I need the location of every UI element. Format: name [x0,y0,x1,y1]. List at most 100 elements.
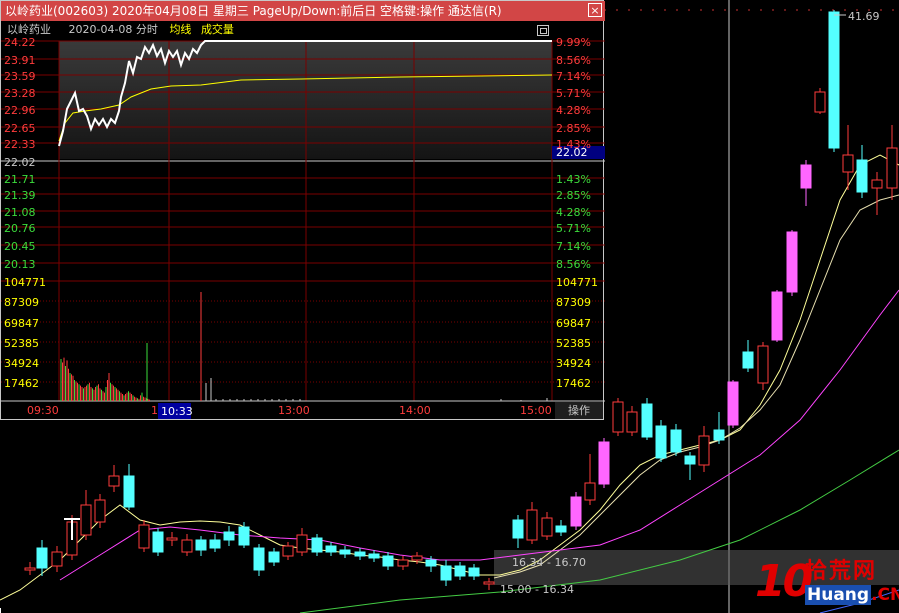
candle-body [670,429,682,453]
price-tick-label: 21.08 [4,206,36,219]
candle-body [584,482,596,501]
candle-body [166,537,178,541]
candle-body [856,159,868,193]
percent-tick-label: 5.71% [556,222,591,235]
candle-body [253,547,265,571]
percent-tick-label: 8.56% [556,258,591,271]
date-label: 2020-04-08 分时 [68,23,158,36]
candle-body [454,565,466,577]
candle-body [209,539,221,549]
time-tick-label: 13:00 [278,404,310,417]
watermark-en-suffix: .CN [871,585,899,605]
info-bar: 以岭药业 2020-04-08 分时 均线 成交量 [7,22,234,38]
intraday-popup-window[interactable]: 以岭药业(002603) 2020年04月08日 星期三 PageUp/Down… [0,0,605,421]
candle-body [440,565,452,581]
price-tick-label: 21.39 [4,189,36,202]
max-price-label: 41.69 [848,10,880,23]
range-label-1: 16.34 - 16.70 [512,556,586,569]
cursor-time-tag: 10:33 [161,405,193,418]
percent-tick-label: 4.28% [556,104,591,117]
range-label-2: 15.00 - 16.34 [500,583,574,596]
candle-body [181,539,193,553]
watermark-en-text: Huang .CN [805,585,899,605]
percent-tick-label: 9.99% [556,36,591,49]
candle-body [771,291,783,341]
operation-button[interactable]: 操作 [555,402,603,419]
price-tick-label: 22.33 [4,138,36,151]
candle-body [612,401,624,433]
volume-tick-label: 17462 [556,377,591,390]
price-tick-label: 22.65 [4,122,36,135]
candle-body [80,504,92,536]
candle-body [512,519,524,539]
price-tick-label: 23.28 [4,87,36,100]
candle-body [397,559,409,567]
time-tick-label: 15:00 [520,404,552,417]
candle-body [713,429,725,441]
volume-bars [60,292,548,401]
candle-body [238,526,250,546]
restore-window-icon[interactable] [537,25,549,36]
candle-body [828,11,840,149]
volume-tick-label: 17462 [4,377,39,390]
candle-body [152,531,164,553]
price-tick-label: 20.13 [4,258,36,271]
volume-tick-label: 104771 [556,276,598,289]
volume-tick-label: 87309 [556,296,591,309]
candle-body [24,567,36,571]
candle-body [570,496,582,527]
candle-body [382,555,394,567]
time-axis: 09:3011:3013:0014:0015:00 [27,404,552,417]
volume-tick-label: 87309 [4,296,39,309]
intraday-chart[interactable]: 22.02 24.2223.9123.5923.2822.9622.6522.3… [1,1,605,421]
price-tick-label: 22.02 [4,156,36,169]
candle-body [36,547,48,569]
candle-body [886,147,898,189]
time-tick-label: 09:30 [27,404,59,417]
candle-body [354,551,366,557]
price-tick-label: 20.76 [4,222,36,235]
candle-body [871,179,883,189]
candle-body [468,567,480,577]
candle-body [641,403,653,438]
volume-axis: 104771 104771 87309 87309 69847 69847 52385 523… [4,276,598,390]
volume-tick-label: 69847 [556,317,591,330]
candle-body [541,517,553,537]
candle-body [268,551,280,563]
candle-body [800,164,812,189]
candle-body [138,524,150,549]
price-tick-label: 20.45 [4,240,36,253]
volume-tick-label: 52385 [4,337,39,350]
volume-tick-label: 52385 [556,337,591,350]
candle-body [123,475,135,508]
candle-body [483,581,495,585]
candle-body [94,499,106,523]
volume-tick-label: 34924 [556,357,591,370]
candle-body [339,549,351,555]
watermark-number: 10 [755,556,813,607]
price-tick-label: 22.96 [4,104,36,117]
candle-body [757,345,769,384]
candle-body [425,559,437,567]
price-tick-label: 21.71 [4,173,36,186]
volume-tick-label: 34924 [4,357,39,370]
watermark-cn-text: 拾荒网 [805,559,878,584]
volume-legend: 成交量 [200,23,234,36]
candle-body [51,551,63,567]
time-tick-label: 14:00 [399,404,431,417]
percent-tick-label: 1.43% [556,173,591,186]
candle-body [698,435,710,466]
stock-name: 以岭药业 [7,23,51,36]
volume-tick-label: 69847 [4,317,39,330]
candle-body [727,381,739,426]
candle-body [195,539,207,551]
site-watermark-logo: 10 拾荒网 Huang .CN [755,556,899,609]
candle-body [842,154,854,173]
candle-body [411,555,423,561]
candle-body [786,231,798,293]
candle-body [108,475,120,487]
candle-body [626,411,638,433]
candle-body [282,545,294,557]
price-axis-left: 24.2223.9123.5923.2822.9622.6522.3322.02… [4,36,36,271]
price-tick-label: 23.59 [4,70,36,83]
